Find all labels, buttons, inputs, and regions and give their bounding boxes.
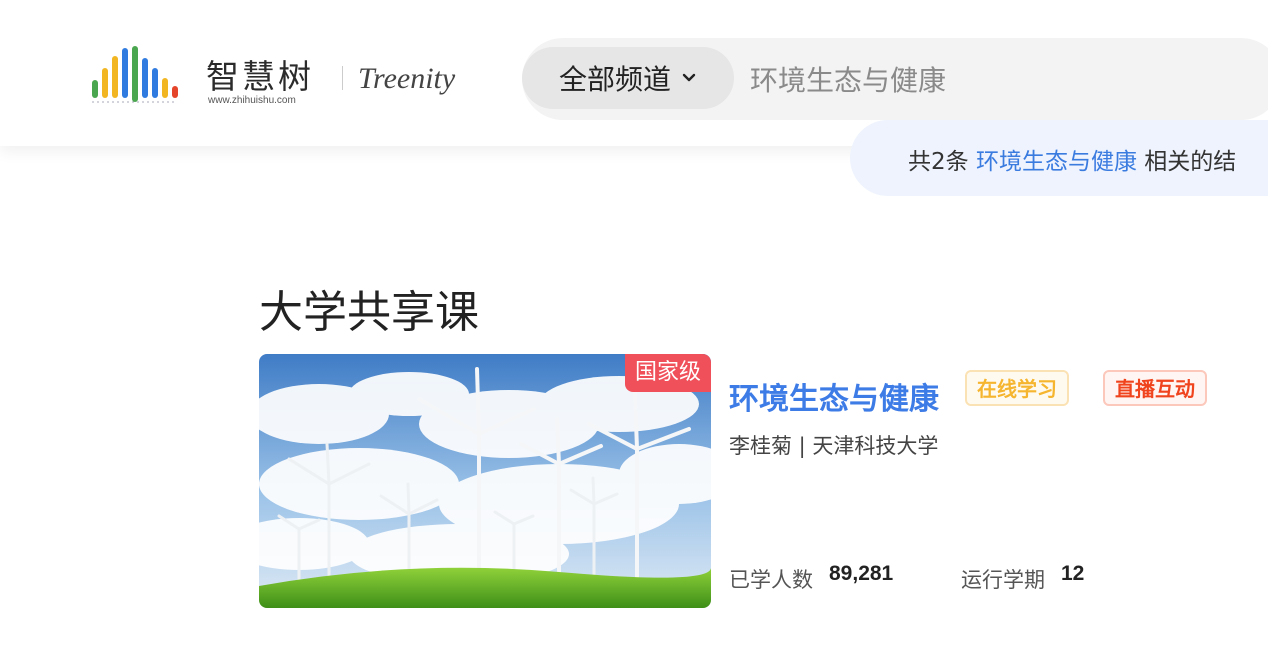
search-input[interactable] xyxy=(748,58,1252,102)
site-logo[interactable]: 智慧树 www.zhihuishu.com Treenity xyxy=(90,44,470,108)
logo-text-cn: 智慧树 xyxy=(206,57,314,96)
course-teacher-school: 李桂菊 | 天津科技大学 xyxy=(729,434,939,458)
result-count-banner: 共2条 环境生态与健康 相关的结 xyxy=(850,120,1268,196)
chevron-down-icon xyxy=(682,73,696,82)
course-title-link[interactable]: 环境生态与健康 xyxy=(729,374,939,418)
result-count-text: 共2条 环境生态与健康 相关的结 xyxy=(908,142,1236,176)
result-count-prefix: 共2条 xyxy=(908,149,969,175)
result-count-keyword: 环境生态与健康 xyxy=(975,149,1137,175)
result-count-suffix: 相关的结 xyxy=(1144,149,1237,175)
logo-bars-icon xyxy=(92,46,178,103)
logo-divider xyxy=(342,66,343,90)
channel-select-label: 全部频道 xyxy=(558,63,671,96)
course-card[interactable]: 国家级 环境生态与健康 在线学习 直播互动 李桂菊 | 天津科技大学 已学人数 … xyxy=(259,354,1239,610)
course-cover-image[interactable]: 国家级 xyxy=(259,354,711,608)
logo-text-en: Treenity xyxy=(358,62,456,95)
live-interaction-tag: 直播互动 xyxy=(1103,370,1207,406)
learners-label: 已学人数 xyxy=(729,568,813,592)
search-bar: 全部频道 xyxy=(522,38,1268,120)
online-learning-tag: 在线学习 xyxy=(965,370,1069,406)
terms-label: 运行学期 xyxy=(961,568,1045,592)
channel-select-button[interactable]: 全部频道 xyxy=(522,47,734,109)
section-title: 大学共享课 xyxy=(259,287,479,338)
terms-value: 12 xyxy=(1061,562,1085,585)
learners-value: 89,281 xyxy=(829,562,894,585)
national-level-badge: 国家级 xyxy=(624,354,711,392)
wind-turbine-image xyxy=(259,354,711,608)
logo-url-text: www.zhihuishu.com xyxy=(208,95,296,106)
